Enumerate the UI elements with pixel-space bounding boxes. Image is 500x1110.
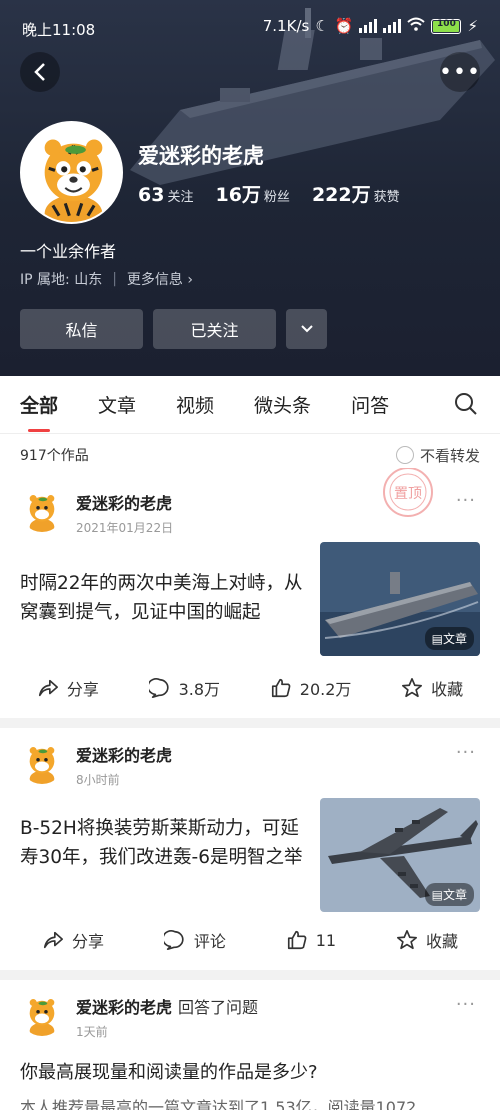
share-button[interactable]: 分享 [42,928,104,952]
feed-card[interactable]: 爱迷彩的老虎 8小时前 ··· B-52H将换装劳斯莱斯动力，可延寿30年，我们… [0,728,500,970]
pinned-stamp: 置顶 [383,468,433,517]
likes-stat: 222万 获赞 [311,184,400,206]
signal-icon [359,19,378,33]
tiger-avatar-icon [20,488,64,532]
author-name[interactable]: 爱迷彩的老虎 回答了问题 [76,994,258,1018]
tiger-avatar-icon [22,123,121,222]
share-button[interactable]: 分享 [37,676,99,700]
activity-label: 回答了问题 [178,998,259,1017]
radio-circle-icon [395,446,414,464]
profile-bio: 一个业余作者 [20,242,117,261]
author-avatar[interactable] [20,488,64,532]
more-info-link[interactable]: 更多信息 › [127,269,193,289]
chevron-down-icon [300,325,313,333]
works-count: 917个作品 [20,448,89,464]
network-speed: 7.1K/s [262,17,310,35]
moon-icon: ☾ [315,17,329,35]
star-icon [402,678,423,698]
profile-header: 晚上11:08 7.1K/s ☾ ⏰ 100 ⚡ ••• 爱迷彩的老虎 63 关… [0,0,500,376]
status-time: 晚上11:08 [22,21,96,39]
card-author: 爱迷彩的老虎 回答了问题 1天前 [20,992,258,1040]
post-time: 1天前 [76,1025,108,1039]
post-actions: 分享 评论 11 收藏 [0,928,500,952]
like-button[interactable]: 20.2万 [270,676,351,700]
ip-row: IP 属地: 山东 | 更多信息 › [20,269,193,289]
like-button[interactable]: 11 [286,928,336,952]
thumbs-up-icon [287,930,307,950]
profile-avatar[interactable] [20,121,123,224]
document-icon: ▤ [431,632,443,646]
feed-card[interactable]: 爱迷彩的老虎 回答了问题 1天前 ··· 你最高展现量和阅读量的作品是多少? 本人… [0,980,500,1110]
profile-name: 爱迷彩的老虎 [138,144,264,168]
profile-stats: 63 关注 16万 粉丝 222万 获赞 [138,180,400,207]
card-more-button[interactable]: ··· [456,742,476,763]
profile-actions: 私信 已关注 [20,309,327,349]
post-time: 2021年01月22日 [76,521,174,535]
favorite-button[interactable]: 收藏 [401,676,463,700]
card-author: 爱迷彩的老虎 2021年01月22日 [20,488,173,536]
post-thumbnail[interactable]: ▤文章 [320,798,480,912]
article-tag: ▤文章 [424,627,474,650]
post-time: 8小时前 [76,773,120,787]
author-name[interactable]: 爱迷彩的老虎 [76,742,172,766]
follow-button[interactable]: 已关注 [153,309,276,349]
chevron-left-icon [34,63,45,81]
signal-icon-2 [383,19,402,33]
message-button[interactable]: 私信 [20,309,143,349]
author-name[interactable]: 爱迷彩的老虎 [76,490,173,514]
card-more-button[interactable]: ··· [456,490,476,511]
hide-reposts-toggle[interactable]: 不看转发 [395,445,480,466]
tab-qa[interactable]: 问答 [351,391,389,418]
tab-videos[interactable]: 视频 [176,391,214,418]
battery-icon: 100 [431,18,462,34]
content-tabs: 全部 文章 视频 微头条 问答 [0,376,500,434]
card-more-button[interactable]: ··· [456,994,476,1015]
followers-stat[interactable]: 16万 粉丝 [215,180,289,207]
tab-articles[interactable]: 文章 [98,391,136,418]
charging-icon: ⚡ [467,17,478,35]
post-thumbnail[interactable]: ▤文章 [320,542,480,656]
tiger-avatar-icon [20,992,64,1036]
profile-page: 晚上11:08 7.1K/s ☾ ⏰ 100 ⚡ ••• 爱迷彩的老虎 63 关… [0,0,500,1110]
wifi-icon [407,17,426,35]
author-avatar[interactable] [20,740,64,784]
post-title[interactable]: 时隔22年的两次中美海上对峙，从窝囊到提气，见证中国的崛起 [20,569,305,627]
svg-text:置顶: 置顶 [394,486,422,502]
card-author: 爱迷彩的老虎 8小时前 [20,740,172,788]
post-actions: 分享 3.8万 20.2万 收藏 [0,676,500,700]
document-icon: ▤ [431,888,443,902]
post-title[interactable]: B-52H将换装劳斯莱斯动力，可延寿30年，我们改进轰-6是明智之举 [20,814,305,872]
ip-location: IP 属地: 山东 [20,272,103,288]
tab-micro-posts[interactable]: 微头条 [254,391,311,418]
comment-icon [163,930,184,950]
expand-button[interactable] [286,309,327,349]
status-bar: 晚上11:08 7.1K/s ☾ ⏰ 100 ⚡ [0,0,500,58]
comment-icon [148,678,169,698]
more-dots-icon: ••• [439,59,481,85]
author-avatar[interactable] [20,992,64,1036]
alarm-icon: ⏰ [334,17,354,35]
feed-card[interactable]: 爱迷彩的老虎 2021年01月22日 置顶 ··· 时隔22年的两次中美海上对峙… [0,468,500,718]
tab-all[interactable]: 全部 [20,391,58,432]
article-tag: ▤文章 [424,883,474,906]
tiger-avatar-icon [20,740,64,784]
search-icon[interactable] [454,392,478,416]
thumbs-up-icon [271,678,291,698]
share-icon [38,679,58,697]
comment-button[interactable]: 评论 [163,928,226,952]
following-stat[interactable]: 63 关注 [138,184,193,206]
status-icons: 7.1K/s ☾ ⏰ 100 ⚡ [263,17,478,35]
share-icon [43,931,63,949]
question-title[interactable]: 你最高展现量和阅读量的作品是多少? [20,1058,318,1084]
favorite-button[interactable]: 收藏 [396,928,458,952]
more-options-button[interactable]: ••• [439,52,481,92]
star-icon [397,930,417,950]
back-button[interactable] [20,52,60,92]
comment-button[interactable]: 3.8万 [148,676,220,700]
answer-excerpt[interactable]: 本人推荐量最高的一篇文章达到了1.53亿，阅读量1072 [20,1094,416,1110]
